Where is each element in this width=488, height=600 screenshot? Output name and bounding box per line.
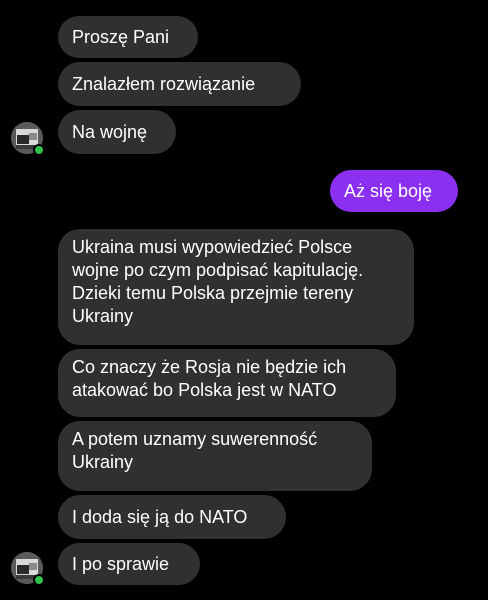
message-text: I doda się ją do NATO [72, 506, 248, 527]
message-bubble-received[interactable]: Na wojnę [58, 110, 176, 154]
message-text: Co znaczy że Rosja nie będzie ich atakow… [72, 357, 347, 400]
message-text: I po sprawie [72, 553, 170, 574]
message-text: Proszę Pani [72, 26, 170, 47]
online-status-icon [33, 574, 45, 586]
message-text: Aż się boję [344, 180, 433, 201]
message-bubble-sent[interactable]: Aż się boję [330, 170, 458, 212]
message-text: Na wojnę [72, 121, 148, 142]
message-bubble-received[interactable]: Proszę Pani [58, 16, 198, 58]
message-bubble-received[interactable]: I doda się ją do NATO [58, 495, 286, 539]
message-text: Ukraina musi wypowiedzieć Polsce wojne p… [72, 237, 364, 326]
message-bubble-received[interactable]: I po sprawie [58, 543, 200, 585]
message-bubble-received[interactable]: Znalazłem rozwiązanie [58, 62, 301, 106]
message-bubble-received[interactable]: A potem uznamy suwerenność Ukrainy [58, 421, 372, 491]
message-bubble-received[interactable]: Co znaczy że Rosja nie będzie ich atakow… [58, 349, 396, 417]
message-text: A potem uznamy suwerenność Ukrainy [72, 429, 318, 472]
online-status-icon [33, 144, 45, 156]
message-text: Znalazłem rozwiązanie [72, 73, 256, 94]
message-bubble-received[interactable]: Ukraina musi wypowiedzieć Polsce wojne p… [58, 229, 414, 345]
